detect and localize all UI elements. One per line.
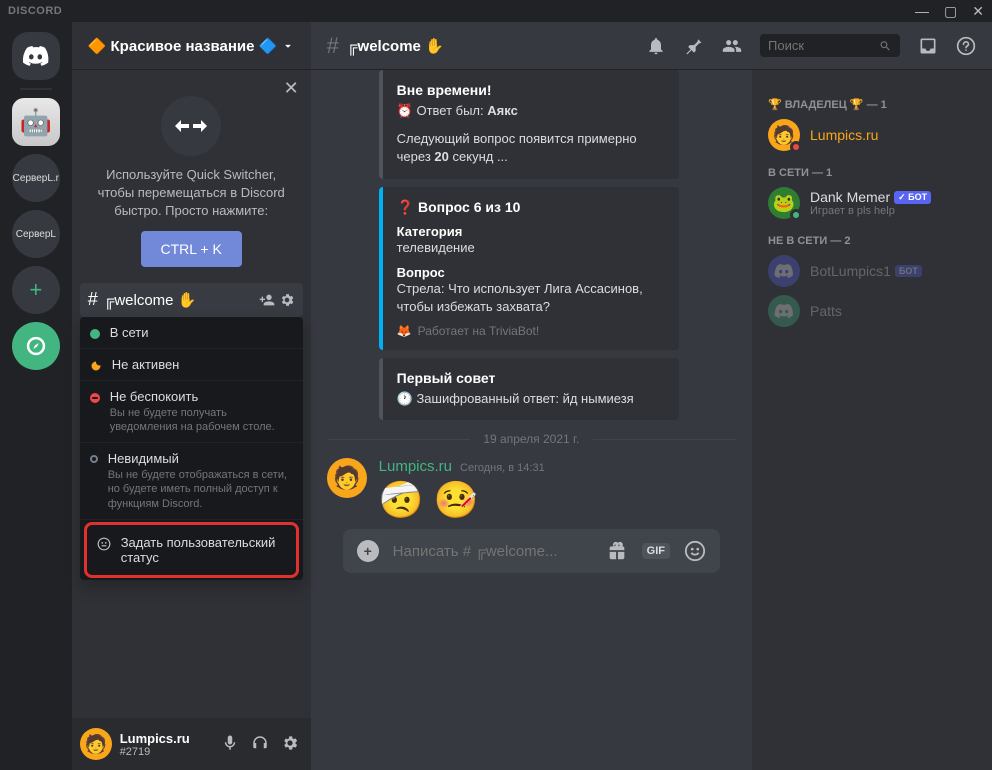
member-category-online: В СЕТИ — 1: [760, 163, 984, 183]
message-avatar[interactable]: 🧑: [327, 458, 367, 498]
status-online[interactable]: В сети: [80, 317, 303, 349]
status-idle[interactable]: Не активен: [80, 349, 303, 381]
attach-button[interactable]: +: [357, 540, 379, 562]
quick-switcher-icon: [161, 96, 221, 156]
channel-header: # ╔welcome ✋: [311, 22, 992, 70]
search-box[interactable]: [760, 34, 900, 57]
settings-button[interactable]: [277, 730, 303, 759]
server-pill[interactable]: СерверL: [12, 210, 60, 258]
server-pill[interactable]: СерверL.r: [12, 154, 60, 202]
member-avatar: 🧑: [768, 119, 800, 151]
message-time: Сегодня, в 14:31: [460, 462, 545, 474]
status-invisible[interactable]: Невидимый Вы не будете отображаться в се…: [80, 443, 303, 520]
embed-timeout: Вне времени! ⏰ Ответ был: Аякс Следующий…: [379, 70, 679, 179]
user-tag: #2719: [120, 746, 217, 758]
status-custom[interactable]: Задать пользовательский статус: [87, 525, 296, 575]
quick-switcher-card: ✕ Используйте Quick Switcher, чтобы пере…: [72, 70, 311, 283]
invisible-dot-icon: [90, 455, 98, 463]
members-list: 🏆 ВЛАДЕЛЕЦ 🏆 — 1 🧑 Lumpics.ru В СЕТИ — 1…: [752, 70, 992, 770]
server-divider: [20, 88, 52, 90]
member-category-offline: НЕ В СЕТИ — 2: [760, 231, 984, 251]
online-dot-icon: [90, 329, 100, 339]
explore-button[interactable]: [12, 322, 60, 370]
close-button[interactable]: ✕: [972, 3, 984, 20]
channel-name: ╔welcome ✋: [104, 291, 259, 309]
message-author[interactable]: Lumpics.ru: [379, 458, 452, 475]
member-category-owner: 🏆 ВЛАДЕЛЕЦ 🏆 — 1: [760, 94, 984, 115]
maximize-button[interactable]: ▢: [944, 3, 957, 20]
close-icon[interactable]: ✕: [284, 78, 299, 99]
bot-tag: БОТ: [895, 265, 922, 277]
server-name: 🔶 Красивое название 🔷: [88, 37, 281, 55]
member-avatar: [768, 295, 800, 327]
idle-moon-icon: [90, 360, 102, 372]
hash-icon: #: [327, 33, 339, 59]
message-input-bar: + GIF: [343, 529, 720, 573]
search-icon: [879, 39, 892, 53]
member-offline[interactable]: BotLumpics1БОТ: [760, 251, 984, 291]
hash-icon: #: [88, 289, 98, 310]
user-name: Lumpics.ru: [120, 731, 217, 746]
inbox-icon[interactable]: [918, 36, 938, 56]
member-avatar: 🐸: [768, 187, 800, 219]
chevron-down-icon: [281, 39, 295, 53]
date-divider: 19 апреля 2021 г.: [327, 432, 736, 446]
home-button[interactable]: [12, 32, 60, 80]
gif-button[interactable]: GIF: [642, 543, 670, 559]
channel-welcome[interactable]: # ╔welcome ✋: [80, 283, 303, 317]
discord-icon: [22, 45, 50, 67]
gear-icon[interactable]: [279, 292, 295, 308]
compass-icon: [26, 336, 46, 356]
bell-icon[interactable]: [646, 36, 666, 56]
message-body: 🤕 🤒: [379, 479, 736, 521]
mute-button[interactable]: [217, 730, 243, 759]
smiley-icon: [97, 537, 111, 551]
user-panel: 🧑 Lumpics.ru #2719: [72, 718, 311, 770]
quick-switcher-button[interactable]: CTRL + K: [141, 231, 242, 267]
embed-hint: Первый совет 🕐 Зашифрованный ответ: йд н…: [379, 358, 679, 420]
user-avatar[interactable]: 🧑: [80, 728, 112, 760]
emoji-icon[interactable]: [684, 540, 706, 562]
message-input[interactable]: [393, 543, 592, 560]
status-menu: В сети Не активен Не беспокоить Вы не бу…: [80, 317, 303, 580]
deafen-button[interactable]: [247, 730, 273, 759]
channel-header-name: ╔welcome ✋: [347, 37, 646, 55]
quick-switcher-text: Используйте Quick Switcher, чтобы переме…: [88, 166, 295, 221]
message: 🧑 Lumpics.ru Сегодня, в 14:31 🤕 🤒: [327, 458, 736, 521]
pin-icon[interactable]: [684, 36, 704, 56]
dnd-dot-icon: [90, 393, 100, 403]
embed-question: ❓ Вопрос 6 из 10 Категория телевидение В…: [379, 187, 679, 351]
add-server-button[interactable]: +: [12, 266, 60, 314]
status-custom-highlight: Задать пользовательский статус: [84, 522, 299, 578]
gift-icon[interactable]: [606, 540, 628, 562]
arrows-icon: [173, 114, 209, 138]
search-input[interactable]: [768, 38, 879, 53]
add-member-icon[interactable]: [259, 292, 275, 308]
help-icon[interactable]: [956, 36, 976, 56]
member-avatar: [768, 255, 800, 287]
members-icon[interactable]: [722, 36, 742, 56]
server-avatar[interactable]: 🤖: [12, 98, 60, 146]
member-offline[interactable]: Patts: [760, 291, 984, 331]
minimize-button[interactable]: —: [915, 3, 929, 20]
title-bar-text: DISCORD: [8, 5, 62, 17]
status-dnd[interactable]: Не беспокоить Вы не будете получать увед…: [80, 381, 303, 444]
member-owner[interactable]: 🧑 Lumpics.ru: [760, 115, 984, 155]
bot-tag: ✓ БОТ: [894, 191, 931, 204]
messages-area: Вне времени! ⏰ Ответ был: Аякс Следующий…: [311, 70, 752, 770]
member-dank-memer[interactable]: 🐸 Dank Memer✓ БОТ Играет в pls help: [760, 183, 984, 223]
server-header[interactable]: 🔶 Красивое название 🔷: [72, 22, 311, 70]
